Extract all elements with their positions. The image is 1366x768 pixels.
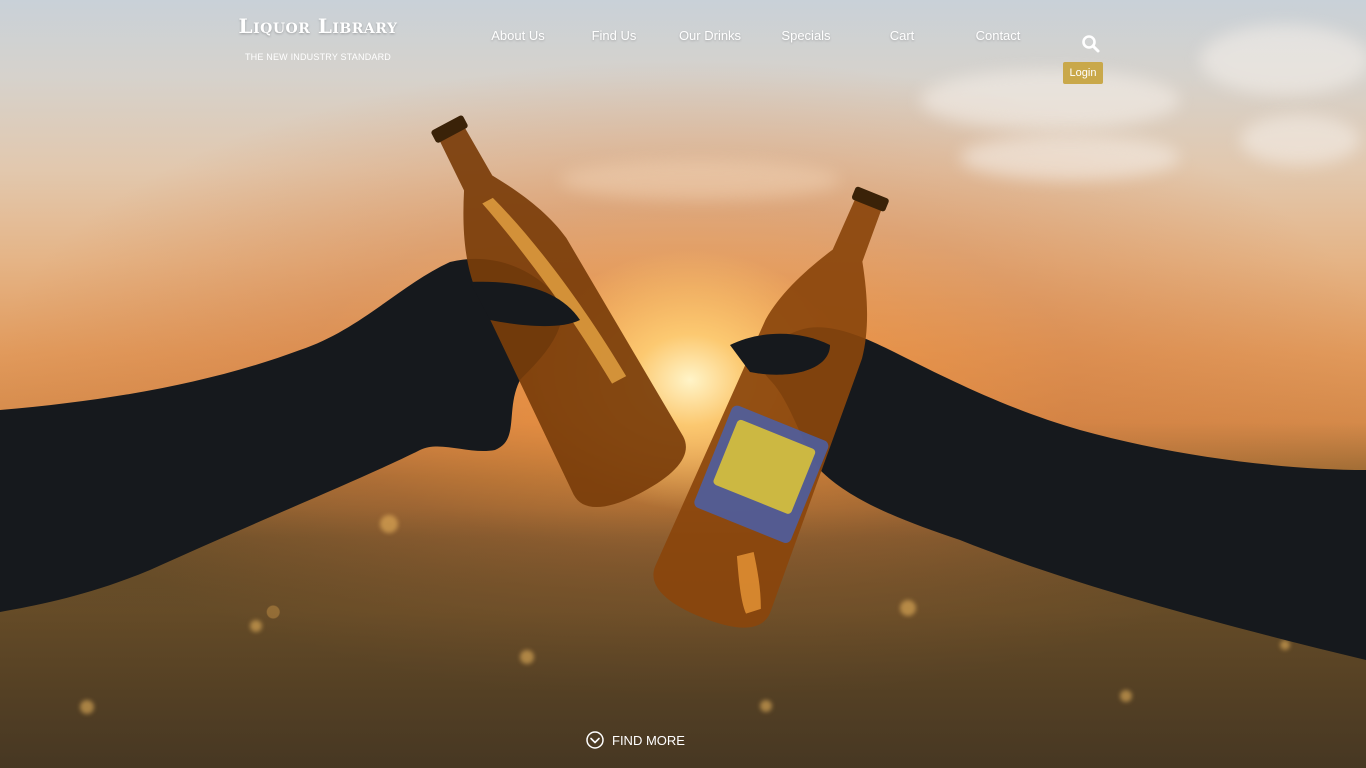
left-arm [0, 258, 562, 612]
search-icon[interactable] [1081, 34, 1101, 54]
brand-title[interactable]: Liquor Library [228, 14, 408, 38]
brand[interactable]: Liquor Library THE NEW INDUSTRY STANDARD [228, 14, 408, 62]
chevron-down-circle-icon [586, 731, 604, 749]
nav-item-cart[interactable]: Cart [854, 28, 950, 43]
nav-item-our-drinks[interactable]: Our Drinks [662, 28, 758, 43]
nav-item-contact[interactable]: Contact [950, 28, 1046, 43]
nav-item-find-us[interactable]: Find Us [566, 28, 662, 43]
main-nav: About Us Find Us Our Drinks Specials Car… [470, 28, 1046, 43]
hero-photo [0, 115, 1366, 660]
find-more-label: FIND MORE [612, 732, 685, 748]
nav-item-about-us[interactable]: About Us [470, 28, 566, 43]
find-more-button[interactable]: FIND MORE [586, 731, 685, 749]
nav-item-specials[interactable]: Specials [758, 28, 854, 43]
hero-banner: Liquor Library THE NEW INDUSTRY STANDARD… [0, 0, 1366, 768]
login-button[interactable]: Login [1063, 62, 1103, 84]
brand-tagline: THE NEW INDUSTRY STANDARD [244, 52, 391, 62]
